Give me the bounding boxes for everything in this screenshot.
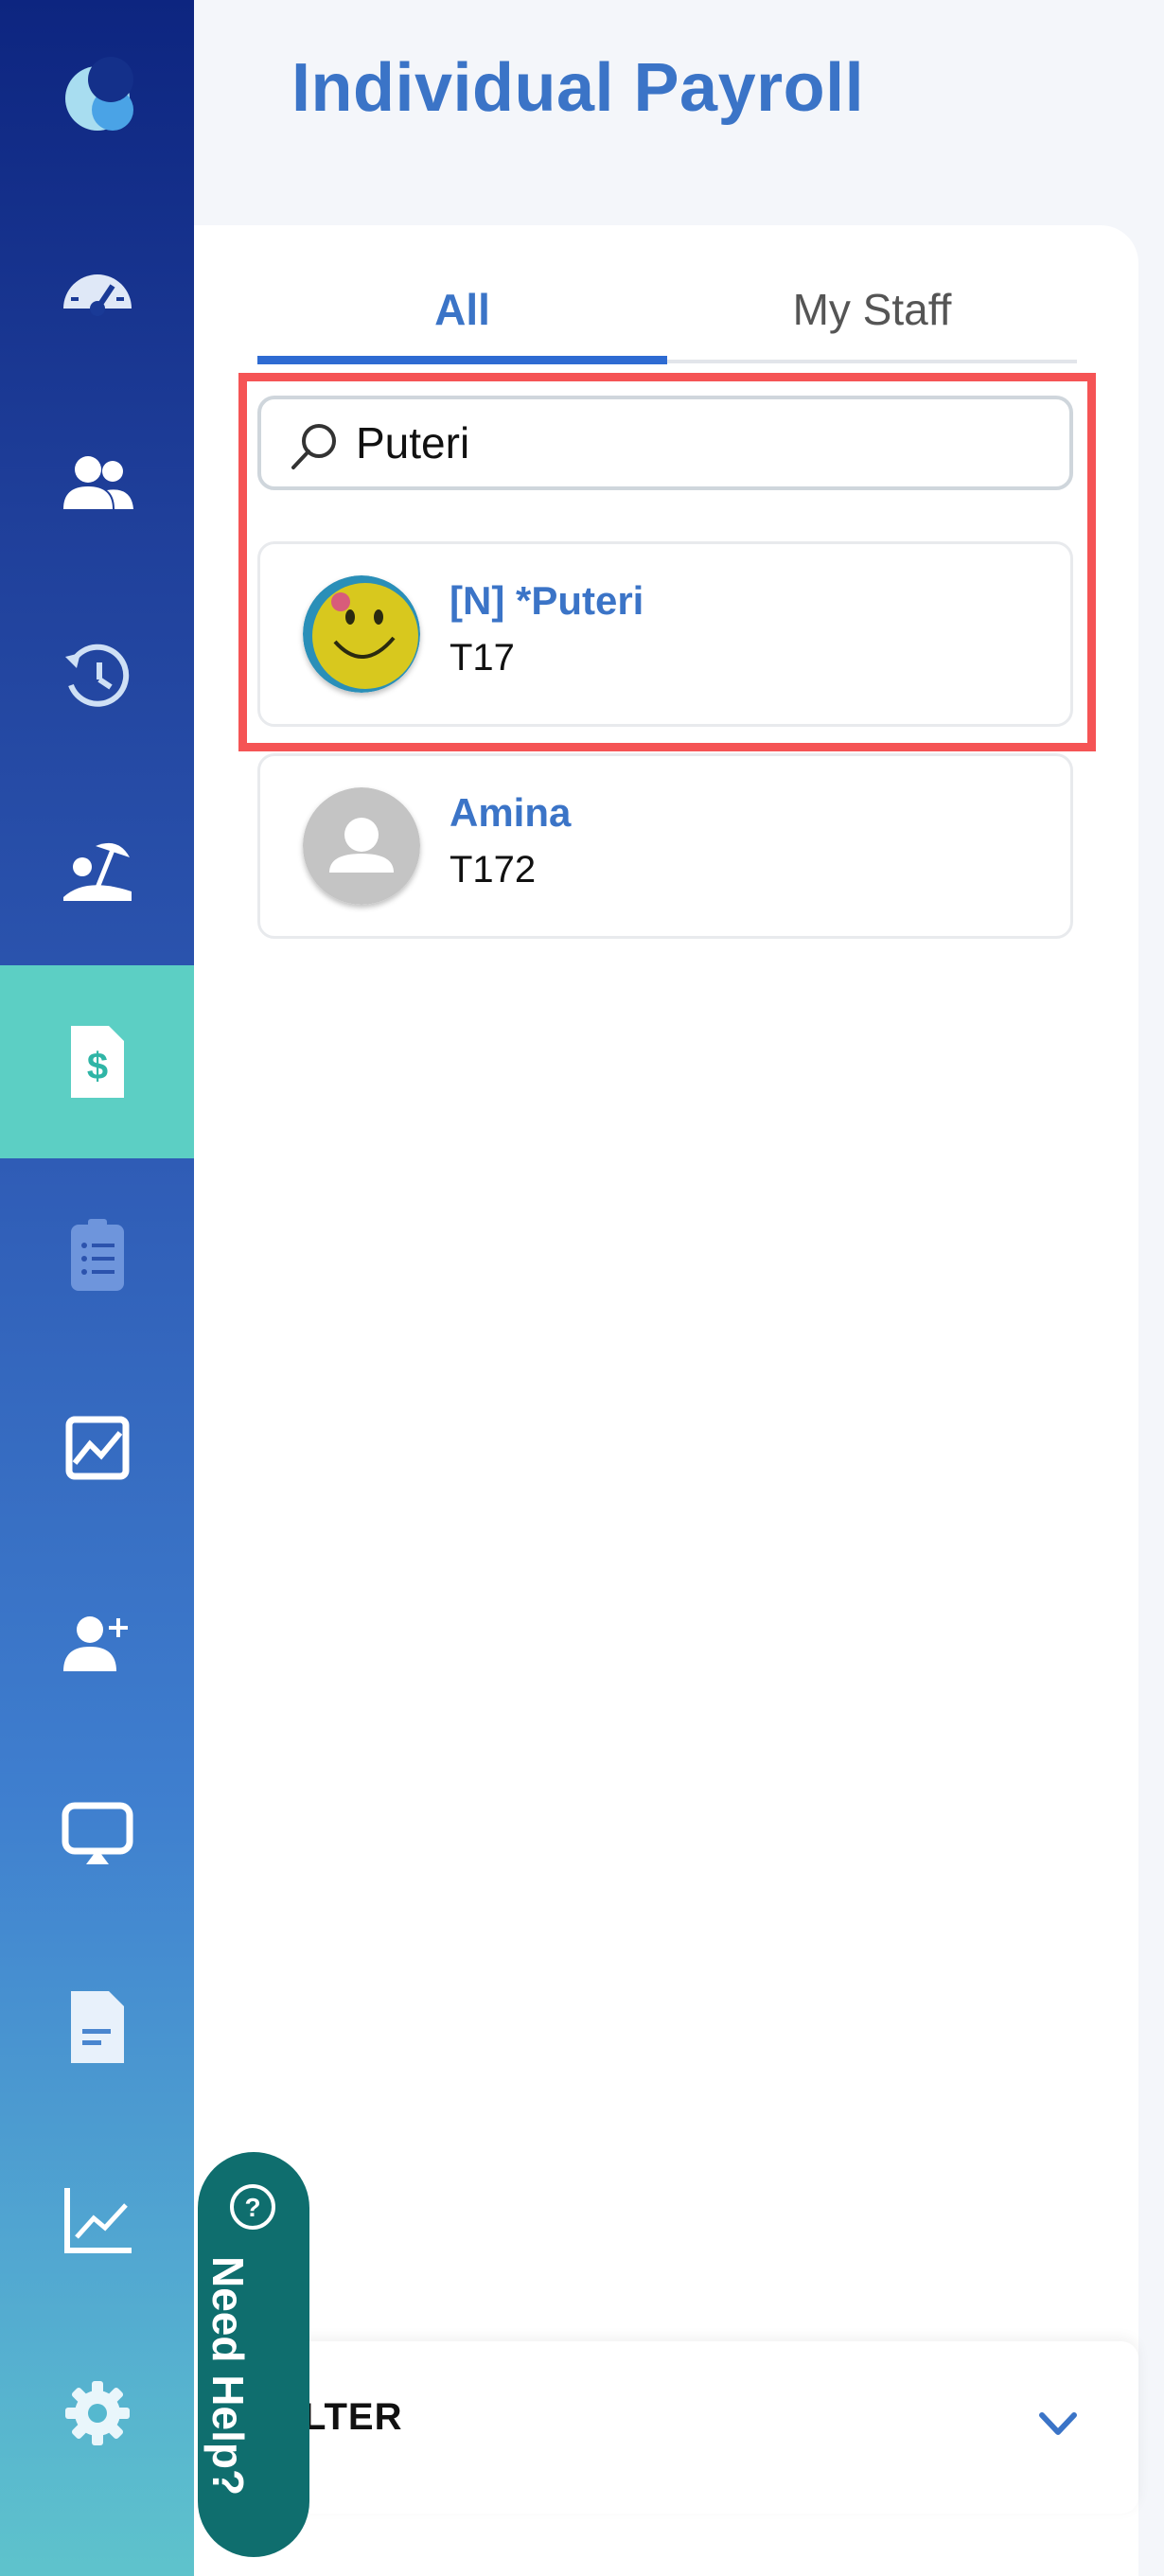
moon-logo-icon — [64, 57, 133, 131]
user-placeholder-icon — [303, 787, 420, 905]
selection-highlight — [238, 373, 1096, 751]
staff-tabs: All My Staff — [257, 257, 1077, 365]
staff-card[interactable]: Amina T172 — [257, 753, 1073, 939]
active-tab-indicator — [257, 356, 667, 364]
payroll-dollar-icon: $ — [70, 1026, 124, 1098]
sidebar-item-tasks[interactable] — [0, 1158, 194, 1351]
staff-name: Amina — [450, 790, 572, 835]
sidebar-item-dashboard[interactable] — [0, 193, 194, 386]
add-user-icon — [62, 1616, 128, 1671]
svg-text:?: ? — [244, 2193, 260, 2222]
need-help-button[interactable]: ? Need Help? — [198, 2152, 309, 2557]
sidebar-item-settings[interactable] — [0, 2317, 194, 2510]
sidebar-item-presentation[interactable] — [0, 1738, 194, 1931]
analytics-chart-icon — [65, 1416, 129, 1480]
help-question-icon: ? — [230, 2184, 275, 2230]
clipboard-list-icon — [70, 1219, 124, 1291]
sidebar-item-attendance[interactable] — [0, 579, 194, 772]
leave-beach-icon — [62, 842, 132, 901]
svg-text:$: $ — [86, 1046, 107, 1087]
staff-id: T172 — [450, 849, 537, 891]
app-logo[interactable] — [0, 0, 194, 189]
document-icon — [70, 1991, 124, 2063]
sidebar-item-payroll[interactable]: $ — [0, 965, 194, 1158]
line-chart-icon — [63, 2188, 132, 2253]
people-icon — [62, 456, 133, 509]
screen-cast-icon — [62, 1802, 132, 1864]
sidebar-item-analytics[interactable] — [0, 1351, 194, 1544]
avatar — [303, 787, 420, 905]
chevron-down-icon[interactable] — [1034, 2400, 1082, 2447]
sidebar-nav: $ — [0, 0, 194, 2576]
need-help-label: Need Help? — [203, 2256, 253, 2497]
tab-my-staff[interactable]: My Staff — [667, 257, 1077, 362]
page-title: Individual Payroll — [291, 50, 865, 126]
attendance-history-icon — [64, 644, 129, 707]
sidebar-item-people[interactable] — [0, 386, 194, 579]
sidebar-item-add-user[interactable] — [0, 1544, 194, 1738]
sidebar-item-leave[interactable] — [0, 772, 194, 965]
filter-label: LTER — [303, 2396, 403, 2438]
dashboard-gauge-icon — [62, 274, 132, 316]
tab-all[interactable]: All — [257, 257, 667, 362]
settings-gear-icon — [64, 2381, 130, 2445]
sidebar-item-documents[interactable] — [0, 1931, 194, 2124]
sidebar-item-reports[interactable] — [0, 2124, 194, 2317]
filter-bar[interactable]: LTER — [284, 2341, 1138, 2514]
